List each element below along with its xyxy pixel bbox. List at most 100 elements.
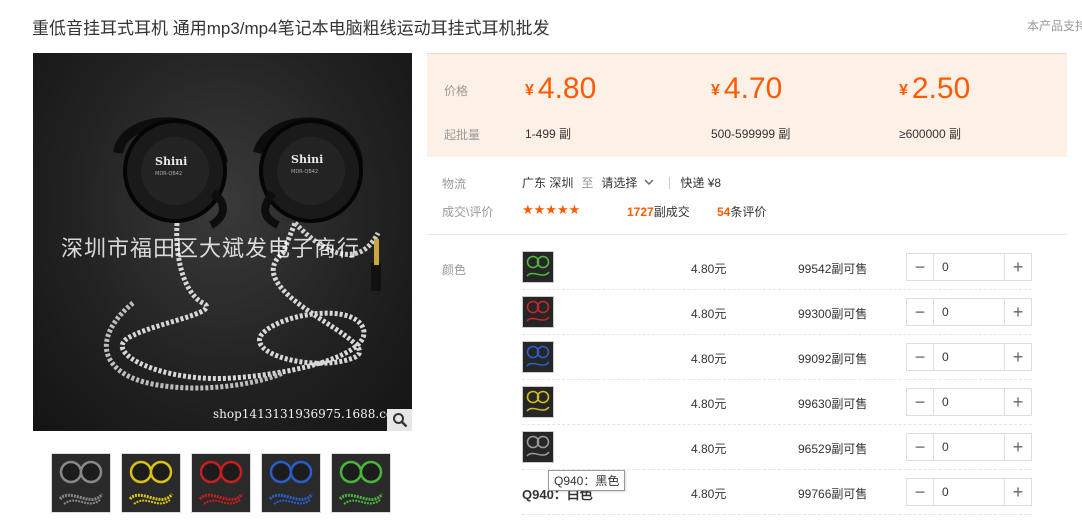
increment-button[interactable]: + [1004,388,1032,416]
sku-row: 4.80元 99630副可售 −0 + [522,380,1032,425]
plus-icon: + [1012,256,1024,277]
increment-button[interactable]: + [1004,298,1032,326]
decrement-button[interactable]: − [906,253,934,281]
price-value: 2.50 [911,72,971,105]
sku-swatch[interactable] [522,341,554,373]
thumbnail-image [52,454,110,512]
quantity-input[interactable]: 0 [934,298,1004,326]
minus-icon: − [914,301,926,322]
increment-button[interactable]: + [1004,433,1032,461]
increment-button[interactable]: + [1004,343,1032,371]
minus-icon: − [914,436,926,457]
quantity-stepper: −0 + [906,388,1032,416]
logistics-to: 至 [581,176,594,190]
logistics-row: 广东 深圳 至 请选择 快递 ¥8 [522,174,721,191]
thumbnail-2[interactable] [121,453,181,513]
thumbnail-strip [51,453,391,513]
price-label: 价格 [444,84,469,98]
moq-label: 起批量 [444,128,481,142]
sku-swatch-image [523,297,553,327]
minus-icon: − [914,256,926,277]
quantity-input[interactable]: 0 [934,478,1004,506]
rating-stars: ★★★★★ [522,202,581,217]
deals-number: 1727 [627,205,654,219]
thumbnail-image [192,454,250,512]
range-tier-1: 1-499 副 [525,127,572,141]
quantity-stepper: −0 + [906,298,1032,326]
sku-row: 4.80元 99542副可售 −0 + [522,245,1032,290]
sku-price: 4.80元 [691,352,727,366]
quantity-stepper: −0 + [906,343,1032,371]
sku-swatch[interactable] [522,386,554,418]
price-tier-2: ¥4.70 [711,72,782,106]
sku-tooltip: Q940：黑色 [548,470,626,491]
currency-symbol: ¥ [899,82,908,99]
currency-symbol: ¥ [711,82,720,99]
sku-price: 4.80元 [691,442,727,456]
brand-logo-left: Shini [155,155,187,168]
trade-label: 成交\评价 [442,205,494,219]
deals-suffix: 副成交 [653,205,690,219]
color-label: 颜色 [442,263,467,277]
shipping-fee: 快递 ¥8 [680,176,722,190]
decrement-button[interactable]: − [906,298,934,326]
sku-swatch-image [523,342,553,372]
image-watermark: 深圳市福田区大斌发电子商行 [61,237,361,262]
thumbnail-4[interactable] [261,453,321,513]
sku-swatch[interactable] [522,251,554,283]
price-value: 4.70 [723,72,783,105]
reviews-link[interactable]: 54条评价 [717,203,766,220]
sku-price: 4.80元 [691,307,727,321]
minus-icon: − [914,481,926,502]
main-product-image[interactable]: Shini MDR-QB42 Shini MDR-QB42 深圳市福田区大斌发电… [33,53,412,431]
model-label-left: MDR-QB42 [155,171,182,177]
increment-button[interactable]: + [1004,253,1032,281]
brand-logo-right: Shini [291,153,323,166]
sku-price: 4.80元 [691,262,727,276]
thumbnail-3[interactable] [191,453,251,513]
deals-count: 1727副成交 [627,203,690,220]
quantity-stepper: −0 + [906,253,1032,281]
product-title: 重低音挂耳式耳机 通用mp3/mp4笔记本电脑粗线运动耳挂式耳机批发 [32,19,550,38]
sku-price: 4.80元 [691,397,727,411]
decrement-button[interactable]: − [906,433,934,461]
currency-symbol: ¥ [525,82,534,99]
price-box: 价格 起批量 ¥4.80 ¥4.70 ¥2.50 1-499 副 500-599… [427,53,1067,157]
quantity-input[interactable]: 0 [934,388,1004,416]
sku-row: 4.80元 99300副可售 −0 + [522,290,1032,335]
thumbnail-5[interactable] [331,453,391,513]
quantity-stepper: −0 + [906,433,1032,461]
sku-swatch-image [523,432,553,462]
sku-swatch[interactable] [522,296,554,328]
quantity-input[interactable]: 0 [934,343,1004,371]
minus-icon: − [914,346,926,367]
reviews-number: 54 [717,205,731,219]
sku-row: 4.80元 99092副可售 −0 + [522,335,1032,380]
sku-swatch[interactable] [522,431,554,463]
decrement-button[interactable]: − [906,388,934,416]
plus-icon: + [1012,481,1024,502]
quantity-stepper: −0 + [906,478,1032,506]
thumbnail-image [332,454,390,512]
reviews-suffix: 条评价 [730,205,767,219]
increment-button[interactable]: + [1004,478,1032,506]
decrement-button[interactable]: − [906,343,934,371]
zoom-button[interactable] [387,409,412,431]
quantity-input[interactable]: 0 [934,433,1004,461]
price-tier-3: ¥2.50 [899,72,970,106]
thumbnail-image [122,454,180,512]
price-tier-1: ¥4.80 [525,72,596,106]
decrement-button[interactable]: − [906,478,934,506]
quantity-input[interactable]: 0 [934,253,1004,281]
model-label-right: MDR-QB42 [291,169,318,175]
sku-stock: 99300副可售 [798,307,868,321]
sku-swatch-image [523,387,553,417]
thumbnail-1[interactable] [51,453,111,513]
destination-value: 请选择 [601,176,638,190]
divider [427,234,1067,235]
sku-row: 4.80元 96529副可售 −0 + [522,425,1032,470]
destination-select[interactable]: 请选择 [601,174,659,191]
logistics-label: 物流 [442,177,467,191]
sku-stock: 99092副可售 [798,352,868,366]
sku-swatch-image [523,252,553,282]
